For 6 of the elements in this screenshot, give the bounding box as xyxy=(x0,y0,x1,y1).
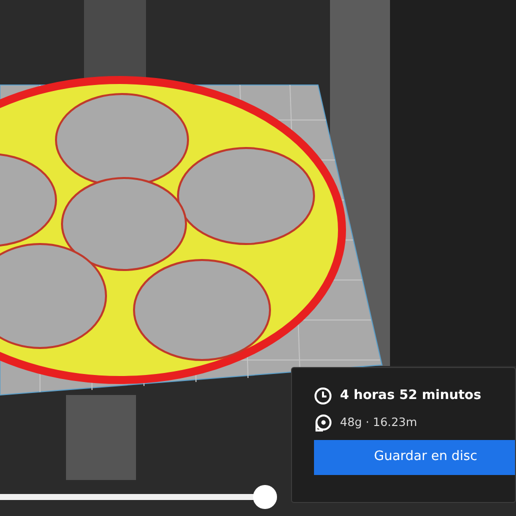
spool-icon xyxy=(314,414,332,432)
material-usage: 48g · 16.23m xyxy=(340,414,418,431)
slider-thumb[interactable] xyxy=(253,485,277,509)
save-button[interactable]: Guardar en disc xyxy=(314,440,515,474)
print-time: 4 horas 52 minutos xyxy=(340,387,482,405)
clock-icon xyxy=(314,386,332,405)
